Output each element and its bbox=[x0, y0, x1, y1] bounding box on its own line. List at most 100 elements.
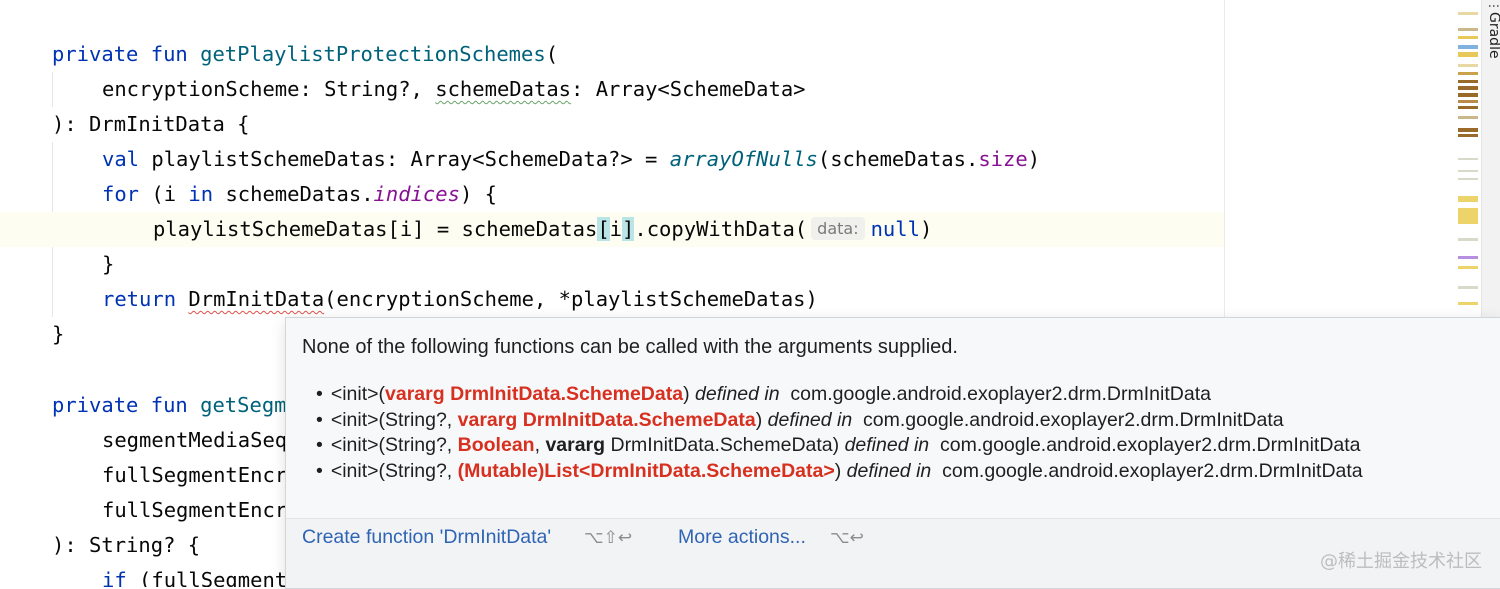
package-name: com.google.android.exoplayer2.drm.DrmIni… bbox=[939, 434, 1361, 456]
stripe-marker[interactable] bbox=[1458, 106, 1478, 109]
stripe-marker[interactable] bbox=[1458, 256, 1478, 259]
stripe-marker[interactable] bbox=[1458, 208, 1478, 224]
keyword: val bbox=[102, 147, 152, 171]
code-line-1[interactable]: private fun getPlaylistProtectionSchemes… bbox=[52, 37, 558, 72]
current-line[interactable]: playlistSchemeDatas[i] = schemeDatas[i].… bbox=[0, 212, 1224, 247]
code-line-3[interactable]: ): DrmInitData { bbox=[52, 107, 249, 142]
code-text: ) bbox=[919, 217, 933, 241]
bullet: • bbox=[316, 459, 323, 482]
code-line-14[interactable]: ): String? { bbox=[52, 528, 200, 563]
vararg-keyword: vararg bbox=[545, 434, 606, 456]
mismatch-param: (Mutable)List<DrmInitData.SchemeData> bbox=[457, 459, 835, 482]
code-line-7[interactable]: } bbox=[102, 247, 114, 282]
signature-text: ) bbox=[834, 459, 842, 482]
keyword: private fun bbox=[52, 393, 201, 417]
keyword: if bbox=[102, 568, 140, 587]
code-line-11[interactable]: segmentMediaSeq bbox=[102, 423, 287, 458]
code-text: : Array<SchemeData> bbox=[571, 77, 806, 101]
gradle-tab-label: Gradle bbox=[1486, 12, 1500, 59]
bullet: • bbox=[316, 408, 323, 431]
signature-text: <init>(String?, bbox=[330, 434, 458, 456]
signature-text: DrmInitData.SchemeData) bbox=[605, 434, 840, 456]
signature-text: ) bbox=[683, 383, 690, 405]
more-actions-shortcut: ⌥↩ bbox=[830, 528, 864, 548]
stripe-marker[interactable] bbox=[1458, 134, 1478, 137]
code-text: (encryptionScheme, *playlistSchemeDatas) bbox=[324, 287, 818, 311]
candidate-item: • <init>(vararg DrmInitData.SchemeData) d… bbox=[316, 382, 1363, 408]
stripe-marker[interactable] bbox=[1458, 158, 1478, 160]
code-text: ) bbox=[1027, 147, 1041, 171]
function-name: getPlaylistProtectionSchemes bbox=[200, 42, 546, 66]
stripe-marker[interactable] bbox=[1458, 266, 1478, 269]
popup-title: None of the following functions can be c… bbox=[302, 336, 958, 358]
code-line-4[interactable]: val playlistSchemeDatas: Array<SchemeDat… bbox=[102, 142, 1040, 177]
error-highlight[interactable]: DrmInitData bbox=[188, 287, 324, 311]
typo-warning[interactable]: schemeDatas bbox=[435, 77, 571, 101]
code-text: i bbox=[609, 217, 623, 241]
stripe-marker[interactable] bbox=[1458, 178, 1478, 180]
gradle-tab[interactable]: ⋮Gradle bbox=[1486, 0, 1500, 59]
code-line-2[interactable]: encryptionScheme: String?, schemeDatas: … bbox=[102, 72, 806, 107]
property: indices bbox=[373, 182, 460, 206]
stripe-marker[interactable] bbox=[1458, 93, 1478, 97]
bracket-highlight: [ bbox=[597, 217, 610, 241]
watermark: @稀土掘金技术社区 bbox=[1320, 551, 1482, 572]
property: size bbox=[978, 147, 1028, 171]
stripe-marker[interactable] bbox=[1458, 72, 1478, 75]
code-line-10[interactable]: private fun getSegm bbox=[52, 388, 287, 423]
stripe-marker[interactable] bbox=[1458, 86, 1478, 90]
code-text: } bbox=[52, 322, 65, 346]
stripe-marker[interactable] bbox=[1458, 170, 1478, 172]
stripe-marker[interactable] bbox=[1458, 302, 1478, 305]
stripe-marker[interactable] bbox=[1458, 52, 1478, 57]
stripe-marker[interactable] bbox=[1458, 286, 1478, 289]
code-line-13[interactable]: fullSegmentEncr bbox=[102, 493, 287, 528]
defined-in-label: defined in bbox=[844, 434, 930, 456]
candidate-item: • <init>(String?, vararg DrmInitData.Sche… bbox=[316, 408, 1363, 434]
signature-text: , bbox=[534, 434, 546, 456]
code-line-12[interactable]: fullSegmentEncr bbox=[102, 458, 287, 493]
stripe-marker[interactable] bbox=[1458, 100, 1478, 103]
code-text: ) { bbox=[459, 182, 497, 206]
package-name: com.google.android.exoplayer2.drm.DrmIni… bbox=[790, 383, 1211, 405]
function-name: getSegm bbox=[200, 393, 287, 417]
candidate-item: • <init>(String?, Boolean, vararg DrmInit… bbox=[316, 433, 1363, 459]
code-text: ): DrmInitData { bbox=[52, 112, 250, 136]
keyword: null bbox=[870, 217, 920, 241]
stripe-marker[interactable] bbox=[1458, 128, 1478, 132]
more-actions-link[interactable]: More actions... bbox=[678, 526, 806, 549]
stripe-marker[interactable] bbox=[1458, 45, 1478, 49]
code-line-8[interactable]: return DrmInitData(encryptionScheme, *pl… bbox=[102, 282, 818, 317]
keyword: return bbox=[102, 287, 189, 311]
function-name: arrayOfNulls bbox=[669, 147, 818, 171]
keyword: in bbox=[188, 182, 226, 206]
signature-text: <init>(String?, bbox=[330, 408, 458, 431]
stripe-marker[interactable] bbox=[1458, 116, 1478, 119]
defined-in-label: defined in bbox=[846, 459, 932, 482]
stripe-marker[interactable] bbox=[1458, 196, 1478, 202]
create-function-action[interactable]: Create function 'DrmInitData' bbox=[302, 526, 551, 549]
code-text: fullSegmentEncr bbox=[102, 463, 288, 487]
code-text: : Array<SchemeData?> = bbox=[385, 147, 670, 171]
code-line-5[interactable]: for (i in schemeDatas.indices) { bbox=[102, 177, 497, 212]
keyword: private fun bbox=[52, 42, 201, 66]
stripe-marker[interactable] bbox=[1458, 36, 1478, 39]
code-text: schemeDatas. bbox=[225, 182, 374, 206]
stripe-marker[interactable] bbox=[1458, 238, 1478, 241]
mismatch-param: vararg DrmInitData.SchemeData bbox=[385, 383, 684, 405]
code-text: playlistSchemeDatas[i] = schemeDatas bbox=[153, 217, 598, 241]
code-text: (i bbox=[151, 182, 189, 206]
parameter-hint: data: bbox=[811, 217, 865, 240]
code-text: (schemeDatas. bbox=[817, 147, 979, 171]
package-name: com.google.android.exoplayer2.drm.DrmIni… bbox=[942, 459, 1363, 482]
stripe-marker[interactable] bbox=[1458, 28, 1478, 31]
defined-in-label: defined in bbox=[695, 383, 780, 405]
code-text: segmentMediaSeq bbox=[102, 428, 288, 452]
stripe-marker[interactable] bbox=[1458, 12, 1478, 15]
stripe-marker[interactable] bbox=[1458, 64, 1478, 67]
code-line-9[interactable]: } bbox=[52, 317, 64, 352]
indent-guide bbox=[52, 72, 53, 107]
mismatch-param: Boolean bbox=[457, 434, 535, 456]
keyword: for bbox=[102, 182, 152, 206]
stripe-marker[interactable] bbox=[1458, 80, 1478, 83]
